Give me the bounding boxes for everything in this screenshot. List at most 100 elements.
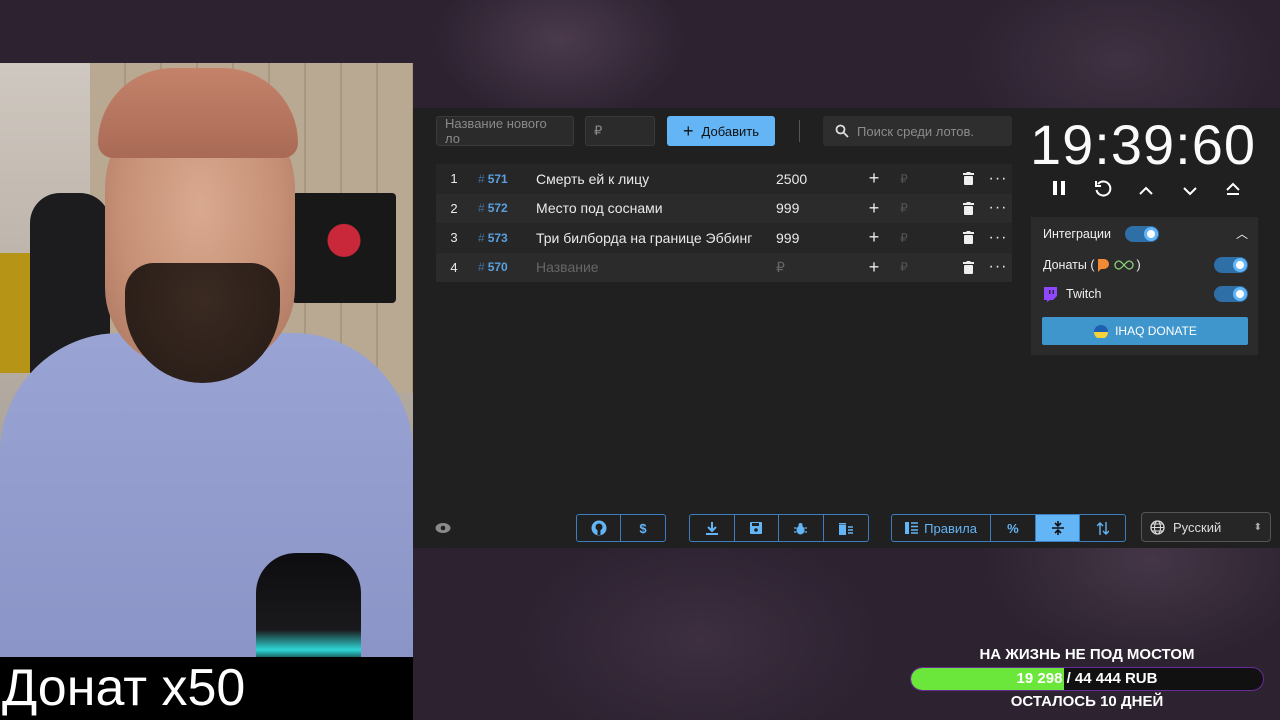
eye-icon[interactable] [435, 521, 451, 539]
project-links-group: $ [576, 514, 666, 542]
lot-title[interactable]: Смерть ей к лицу [536, 171, 776, 187]
search-icon [835, 124, 849, 138]
chevron-up-icon[interactable] [1129, 180, 1163, 203]
more-options-icon[interactable]: ··· [986, 258, 1010, 276]
goal-title: НА ЖИЗНЬ НЕ ПОД МОСТОМ [979, 646, 1195, 663]
lot-amount[interactable]: 999 [776, 200, 856, 216]
compact-view-icon[interactable] [1035, 515, 1081, 541]
lot-index: 2 [450, 200, 458, 216]
lot-row: 1 #571 Смерть ей к лицу 2500 + ₽ ··· [436, 164, 1012, 194]
toolbar-divider [799, 120, 800, 142]
lot-index: 3 [450, 230, 458, 246]
donations-label: Донаты ( [1043, 258, 1095, 272]
reset-icon[interactable] [1086, 180, 1120, 203]
trash-icon[interactable] [956, 231, 980, 245]
amount-currency: ₽ [900, 171, 908, 186]
more-options-icon[interactable]: ··· [986, 170, 1010, 188]
rules-label: Правила [924, 520, 977, 536]
bug-icon[interactable] [779, 515, 824, 541]
lot-name-input[interactable]: Название нового ло [436, 116, 574, 146]
lot-amount[interactable]: 2500 [776, 171, 856, 187]
github-icon[interactable] [577, 515, 622, 541]
pause-icon[interactable] [1042, 180, 1076, 203]
integrations-title: Интеграции [1043, 226, 1112, 241]
donate-dollar-icon[interactable]: $ [621, 515, 665, 541]
add-lot-button[interactable]: + Добавить [667, 116, 775, 146]
lot-index: 4 [450, 259, 458, 275]
language-label: Русский [1173, 519, 1222, 535]
download-icon[interactable] [690, 515, 735, 541]
lot-price-input[interactable]: ₽ [585, 116, 655, 146]
bottom-toolbar: $ Правила % Русский ⬍ [413, 512, 1280, 544]
plus-icon: + [683, 121, 694, 141]
rules-icon [905, 522, 919, 534]
integrations-toggle[interactable] [1125, 225, 1160, 242]
twitch-row: Twitch [1043, 286, 1248, 302]
globe-icon [1150, 519, 1165, 535]
add-lot-form: Название нового ло ₽ + Добавить [436, 116, 800, 146]
donations-suffix: ) [1136, 258, 1141, 272]
lot-id-tag[interactable]: #573 [478, 231, 528, 245]
chevron-down-icon[interactable] [1173, 180, 1207, 203]
search-placeholder: Поиск среди лотов. [857, 123, 974, 139]
double-up-icon[interactable] [1216, 180, 1250, 203]
clear-list-icon[interactable] [824, 515, 868, 541]
donations-row: Донаты ( ) [1043, 257, 1248, 273]
ihaq-logo-icon [1094, 325, 1109, 338]
lot-search-input[interactable]: Поиск среди лотов. [823, 116, 1012, 146]
lot-title-input[interactable]: Название [536, 259, 776, 275]
more-options-icon[interactable]: ··· [986, 199, 1010, 217]
lot-title[interactable]: Три билборда на границе Эббинг [536, 230, 776, 246]
amount-currency: ₽ [900, 230, 908, 245]
add-amount-button[interactable]: + [862, 257, 886, 278]
ihaq-donate-button[interactable]: IHAQ DONATE [1042, 317, 1248, 345]
timer-controls [1042, 180, 1250, 203]
timer-display: 19:39:60 [1030, 113, 1256, 176]
lot-list: 1 #571 Смерть ей к лицу 2500 + ₽ ··· 2 #… [436, 164, 1012, 282]
more-options-icon[interactable]: ··· [986, 229, 1010, 247]
trash-icon[interactable] [956, 172, 980, 186]
chevron-up-icon[interactable]: ︿ [1236, 225, 1248, 242]
lot-index: 1 [450, 171, 458, 187]
integrations-header: Интеграции ︿ [1043, 225, 1248, 242]
lot-id-tag[interactable]: #571 [478, 172, 528, 186]
trash-icon[interactable] [956, 260, 980, 274]
donationalerts-icon [1098, 258, 1110, 272]
goal-remaining: ОСТАЛОСЬ 10 ДНЕЙ [1010, 693, 1164, 710]
amount-currency: ₽ [900, 201, 908, 216]
language-select[interactable]: Русский ⬍ [1141, 512, 1271, 542]
lot-row: 4 #570 Название ₽ + ₽ ··· [436, 252, 1012, 282]
webcam-microphone [256, 553, 361, 657]
lot-id-tag[interactable]: #570 [478, 260, 528, 274]
lot-title[interactable]: Место под соснами [536, 200, 776, 216]
lot-id-tag[interactable]: #572 [478, 201, 528, 215]
file-actions-group [689, 514, 869, 542]
select-caret-icon: ⬍ [1253, 521, 1262, 533]
add-amount-button[interactable]: + [862, 198, 886, 219]
lot-row: 2 #572 Место под соснами 999 + ₽ ··· [436, 193, 1012, 223]
twitch-label: Twitch [1066, 287, 1102, 301]
twitch-icon [1044, 286, 1057, 302]
add-amount-button[interactable]: + [862, 168, 886, 189]
goal-progress-text: 19 298 / 44 444 RUB [1016, 670, 1158, 687]
save-icon[interactable] [735, 515, 779, 541]
add-amount-button[interactable]: + [862, 227, 886, 248]
infinity-icon [1114, 260, 1135, 270]
add-lot-label: Добавить [701, 123, 759, 139]
lot-amount[interactable]: 999 [776, 230, 856, 246]
webcam-caption: Донат x50 [0, 657, 413, 720]
integrations-panel: Интеграции ︿ Донаты ( ) Twitch IHAQ DONA… [1031, 217, 1258, 355]
rules-button[interactable]: Правила [892, 515, 992, 541]
lot-amount-input[interactable]: ₽ [776, 259, 856, 276]
goal-progress-bar: 19 298 / 44 444 RUB [910, 667, 1264, 691]
webcam-monitor [292, 193, 396, 303]
donations-toggle[interactable] [1214, 257, 1248, 273]
sort-icon[interactable] [1080, 515, 1125, 541]
trash-icon[interactable] [956, 201, 980, 215]
lot-row: 3 #573 Три билборда на границе Эббинг 99… [436, 223, 1012, 253]
percent-button[interactable]: % [991, 515, 1036, 541]
ihaq-label: IHAQ DONATE [1115, 324, 1197, 338]
twitch-toggle[interactable] [1214, 286, 1248, 302]
amount-currency: ₽ [900, 260, 908, 275]
view-settings-group: Правила % [891, 514, 1126, 542]
